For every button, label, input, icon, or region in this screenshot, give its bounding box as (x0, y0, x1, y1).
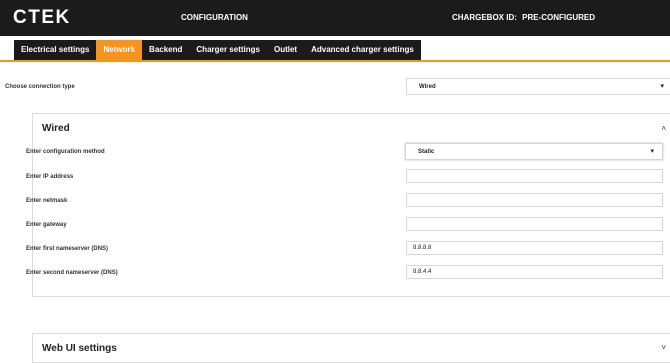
netmask-input[interactable] (406, 193, 663, 207)
page-title: CONFIGURATION (181, 13, 248, 22)
config-method-select[interactable]: Static ▾ (405, 143, 663, 160)
ip-address-label: Enter IP address (26, 174, 74, 180)
wired-panel: Wired ˄ Enter configuration method Stati… (26, 113, 670, 297)
chevron-down-icon[interactable]: ˅ (661, 343, 666, 352)
dns2-input[interactable]: 8.8.4.4 (406, 265, 663, 279)
tab-charger-settings[interactable]: Charger settings (189, 40, 267, 60)
dns1-label: Enter first nameserver (DNS) (26, 246, 109, 252)
webui-panel-title: Web UI settings (42, 343, 117, 354)
caret-down-icon: ▾ (650, 148, 654, 155)
chevron-up-icon[interactable]: ˄ (661, 124, 666, 133)
tab-bar: Electrical settings Network Backend Char… (0, 40, 670, 62)
config-method-value: Static (418, 149, 435, 155)
tab-electrical-settings[interactable]: Electrical settings (14, 40, 96, 60)
connection-type-value: Wired (419, 84, 436, 90)
caret-down-icon: ▾ (660, 83, 664, 90)
netmask-label: Enter netmask (26, 198, 68, 204)
ctek-logo: CTEK (13, 7, 71, 28)
top-header: CTEK CONFIGURATION CHARGEBOX ID: PRE-CON… (0, 0, 670, 36)
tab-network[interactable]: Network (96, 40, 143, 60)
tab-list: Electrical settings Network Backend Char… (14, 40, 421, 60)
chargebox-id-label: CHARGEBOX ID: (452, 13, 517, 22)
dns1-input[interactable]: 8.8.8.8 (406, 241, 663, 255)
config-method-label: Enter configuration method (26, 149, 105, 155)
chargebox-id: CHARGEBOX ID: PRE-CONFIGURED (452, 13, 595, 22)
ip-address-input[interactable] (406, 169, 663, 183)
connection-type-label: Choose connection type (5, 84, 75, 90)
chargebox-id-value: PRE-CONFIGURED (522, 13, 596, 22)
gateway-label: Enter gateway (26, 222, 67, 228)
tab-outlet[interactable]: Outlet (267, 40, 304, 60)
dns2-label: Enter second nameserver (DNS) (26, 270, 118, 276)
tab-backend[interactable]: Backend (142, 40, 189, 60)
tab-advanced-charger-settings[interactable]: Advanced charger settings (304, 40, 421, 60)
wired-panel-title: Wired (42, 123, 70, 134)
connection-type-select[interactable]: Wired ▾ (406, 78, 670, 95)
webui-panel[interactable]: Web UI settings ˅ (32, 333, 670, 363)
gateway-input[interactable] (406, 217, 663, 231)
